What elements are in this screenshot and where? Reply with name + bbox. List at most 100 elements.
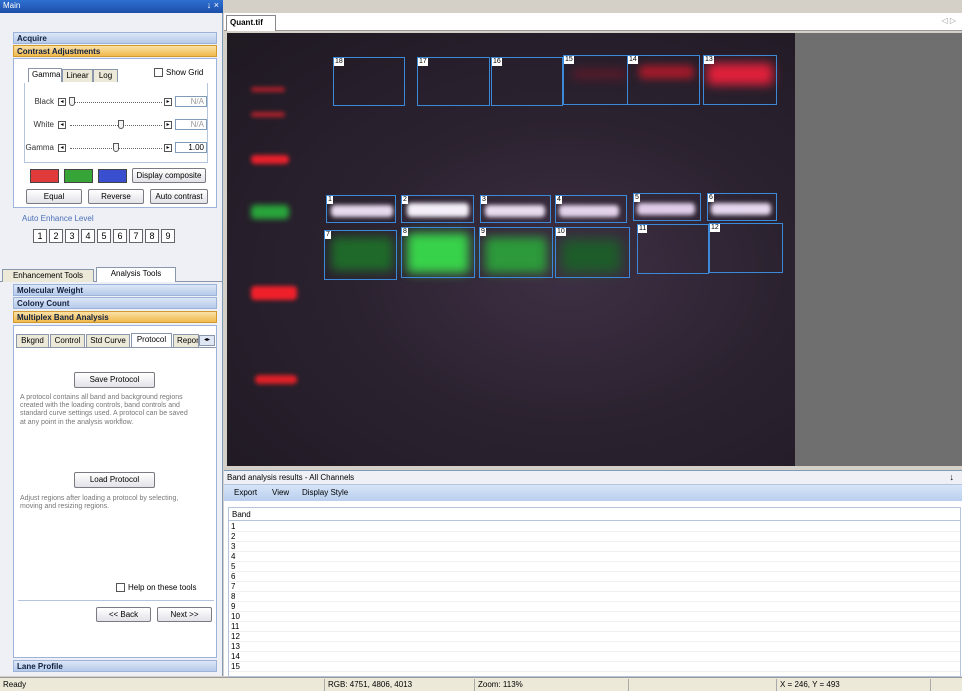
table-row[interactable]: 12: [229, 632, 960, 642]
tab-std-curve[interactable]: Std Curve: [86, 334, 130, 347]
section-acquire[interactable]: Acquire: [13, 32, 217, 44]
enhance-level-3-button[interactable]: 3: [65, 229, 79, 243]
table-row[interactable]: 1: [229, 522, 960, 532]
table-row[interactable]: 2: [229, 532, 960, 542]
table-row[interactable]: 10: [229, 612, 960, 622]
table-row[interactable]: 8: [229, 592, 960, 602]
green-channel-swatch[interactable]: [64, 169, 93, 183]
black-value[interactable]: N/A: [175, 96, 207, 107]
load-protocol-button[interactable]: Load Protocol: [74, 472, 155, 488]
tab-log[interactable]: Log: [93, 69, 118, 82]
tab-enhancement-tools[interactable]: Enhancement Tools: [2, 269, 94, 282]
tab-analysis-tools[interactable]: Analysis Tools: [96, 267, 176, 282]
white-slider-track[interactable]: [70, 125, 162, 126]
band-region[interactable]: 1: [326, 195, 396, 223]
auto-contrast-button[interactable]: Auto contrast: [150, 189, 208, 204]
enhance-level-4-button[interactable]: 4: [81, 229, 95, 243]
white-increase-button[interactable]: ▸: [164, 121, 172, 129]
table-row[interactable]: 6: [229, 572, 960, 582]
band-region[interactable]: 8: [401, 227, 475, 278]
black-slider-thumb[interactable]: [68, 97, 75, 106]
tab-linear[interactable]: Linear: [62, 69, 93, 82]
column-header-band[interactable]: Band: [229, 508, 960, 521]
table-row[interactable]: 7: [229, 582, 960, 592]
enhance-level-1-button[interactable]: 1: [33, 229, 47, 243]
section-colony-count[interactable]: Colony Count: [13, 297, 217, 309]
band-region[interactable]: 12: [709, 223, 783, 273]
band-region[interactable]: 7: [324, 230, 397, 280]
tab-quant-tif[interactable]: Quant.tif: [226, 15, 276, 31]
band-region[interactable]: 4: [555, 195, 627, 223]
band-region[interactable]: 18: [333, 57, 405, 106]
band-region[interactable]: 5: [633, 193, 701, 221]
enhance-level-6-button[interactable]: 6: [113, 229, 127, 243]
table-row[interactable]: 14: [229, 652, 960, 662]
white-slider-thumb[interactable]: [117, 120, 124, 129]
table-row[interactable]: 4: [229, 552, 960, 562]
section-multiplex-band-analysis[interactable]: Multiplex Band Analysis: [13, 311, 217, 323]
band-region[interactable]: 3: [480, 195, 551, 223]
enhance-level-8-button[interactable]: 8: [145, 229, 159, 243]
table-row[interactable]: 15: [229, 662, 960, 672]
tab-navigation-icon[interactable]: ◁ ▷: [941, 16, 956, 25]
blue-channel-swatch[interactable]: [98, 169, 127, 183]
enhance-level-2-button[interactable]: 2: [49, 229, 63, 243]
tab-protocol[interactable]: Protocol: [131, 333, 172, 347]
menu-display-style[interactable]: Display Style: [302, 488, 348, 497]
pin-icon[interactable]: ↓: [950, 472, 955, 482]
image-viewport[interactable]: 18 17 16 15 14 13 1 2 3 4 5 6 7 8 9 10 1…: [227, 33, 962, 466]
save-protocol-button[interactable]: Save Protocol: [74, 372, 155, 388]
white-value[interactable]: N/A: [175, 119, 207, 130]
band-region[interactable]: 6: [707, 193, 777, 221]
table-row[interactable]: 3: [229, 542, 960, 552]
gamma-increase-button[interactable]: ▸: [164, 144, 172, 152]
table-row[interactable]: 9: [229, 602, 960, 612]
enhance-level-7-button[interactable]: 7: [129, 229, 143, 243]
results-title-text: Band analysis results - All Channels: [227, 473, 355, 482]
band-region[interactable]: 16: [491, 57, 563, 106]
tool-panel: Main ↓ × Acquire Contrast Adjustments Ga…: [0, 0, 223, 676]
table-row[interactable]: 13: [229, 642, 960, 652]
tab-report[interactable]: Repor: [173, 334, 199, 347]
band-region[interactable]: 2: [401, 195, 474, 223]
table-row[interactable]: 5: [229, 562, 960, 572]
band-region[interactable]: 14: [627, 55, 700, 105]
red-channel-swatch[interactable]: [30, 169, 59, 183]
status-rgb: RGB: 4751, 4806, 4013: [324, 679, 470, 691]
reverse-button[interactable]: Reverse: [88, 189, 144, 204]
menu-export[interactable]: Export: [234, 488, 257, 497]
band-region[interactable]: 11: [637, 224, 709, 274]
black-slider-track[interactable]: [70, 102, 162, 103]
gel-image[interactable]: 18 17 16 15 14 13 1 2 3 4 5 6 7 8 9 10 1…: [227, 33, 795, 466]
band-region[interactable]: 15: [563, 55, 628, 105]
gamma-decrease-button[interactable]: ◂: [58, 144, 66, 152]
panel-window-controls[interactable]: ↓ ×: [207, 0, 219, 10]
band-region[interactable]: 10: [555, 227, 630, 278]
next-button[interactable]: Next >>: [157, 607, 212, 622]
enhance-level-5-button[interactable]: 5: [97, 229, 111, 243]
enhance-level-9-button[interactable]: 9: [161, 229, 175, 243]
black-decrease-button[interactable]: ◂: [58, 98, 66, 106]
section-contrast-adjustments[interactable]: Contrast Adjustments: [13, 45, 217, 57]
show-grid-checkbox[interactable]: [154, 68, 163, 77]
black-increase-button[interactable]: ▸: [164, 98, 172, 106]
band-region[interactable]: 9: [479, 227, 553, 278]
tab-scroll-arrows-icon[interactable]: ◂▸: [199, 335, 215, 346]
white-decrease-button[interactable]: ◂: [58, 121, 66, 129]
table-row[interactable]: 11: [229, 622, 960, 632]
section-lane-profile[interactable]: Lane Profile: [13, 660, 217, 672]
gamma-slider-thumb[interactable]: [113, 143, 119, 152]
equal-button[interactable]: Equal: [26, 189, 82, 204]
menu-view[interactable]: View: [272, 488, 289, 497]
band-region[interactable]: 13: [703, 55, 777, 105]
tab-control[interactable]: Control: [50, 334, 85, 347]
display-composite-button[interactable]: Display composite: [132, 168, 206, 183]
section-molecular-weight[interactable]: Molecular Weight: [13, 284, 217, 296]
results-table[interactable]: Band 1 2 3 4 5 6 7 8 9 10 11 12 13 14 15: [228, 507, 961, 677]
tab-gamma[interactable]: Gamma: [28, 68, 62, 82]
back-button[interactable]: << Back: [96, 607, 151, 622]
help-checkbox[interactable]: [116, 583, 125, 592]
band-region[interactable]: 17: [417, 57, 490, 106]
gamma-value[interactable]: 1.00: [175, 142, 207, 153]
tab-bkgnd[interactable]: Bkgnd: [16, 334, 49, 347]
